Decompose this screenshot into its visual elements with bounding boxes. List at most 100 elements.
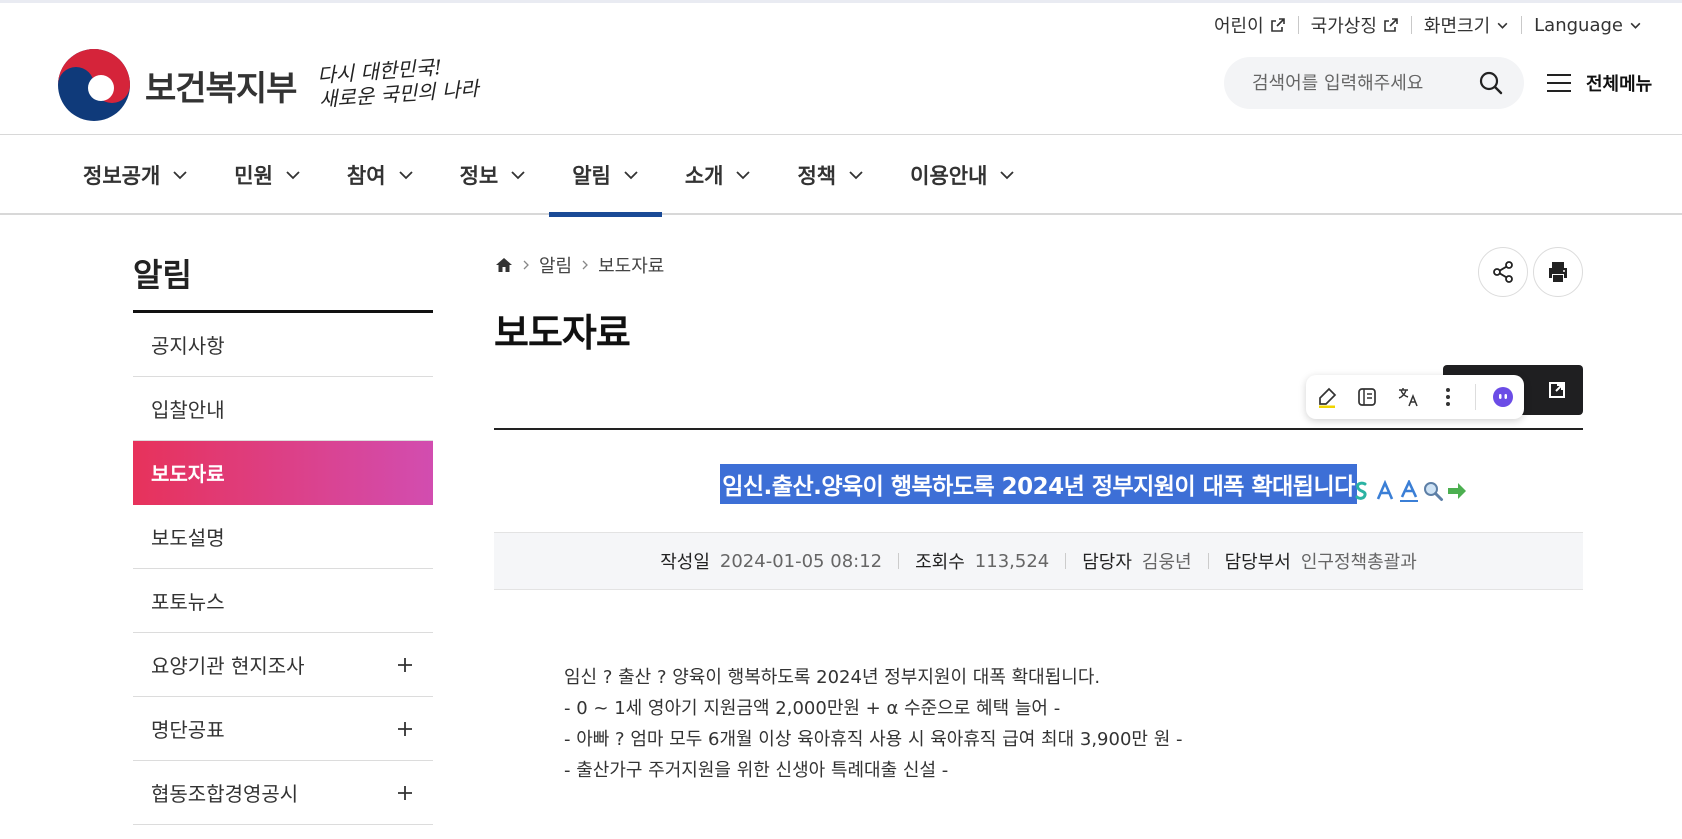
screen-size-label: 화면크기 (1423, 16, 1491, 37)
arrow-right-icon[interactable] (1446, 480, 1468, 502)
kids-label: 어린이 (1213, 16, 1264, 37)
highlighter-icon (1319, 387, 1337, 408)
nav-item-news[interactable]: 알림 (549, 135, 662, 217)
article-body: 임신 ? 출산 ? 양육이 행복하도록 2024년 정부지원이 대폭 확대됩니다… (564, 662, 1182, 786)
assistant-face-icon (1492, 387, 1513, 407)
meta-views-value: 113,524 (974, 550, 1050, 572)
more-options-button[interactable] (1435, 383, 1461, 411)
slogan: 다시 대한민국! 새로운 국민의 나라 (317, 52, 480, 112)
body-paragraph: - 출산가구 주거지원을 위한 신생아 특례대출 신설 - (564, 760, 949, 781)
selection-toolbar (1306, 375, 1524, 419)
chevron-right-icon (523, 260, 529, 270)
search-icon[interactable] (1478, 70, 1504, 96)
article-title[interactable]: 임신.출산.양육이 행복하도록 2024년 정부지원이 대폭 확대됩니다 (720, 464, 1357, 504)
nav-label: 알림 (572, 164, 611, 188)
nav-item-participation[interactable]: 참여 (324, 135, 437, 215)
nav-item-information[interactable]: 정보 (437, 135, 550, 215)
chevron-down-icon (173, 171, 187, 180)
more-vertical-icon (1445, 388, 1450, 406)
chevron-down-icon (736, 171, 751, 180)
summary-button[interactable] (1354, 383, 1380, 411)
share-icon (1493, 261, 1513, 283)
magnifier-icon[interactable] (1422, 480, 1444, 502)
sidebar-item-photo-news[interactable]: 포토뉴스 (133, 569, 433, 633)
breadcrumb: 알림 보도자료 (495, 252, 664, 278)
plus-icon[interactable] (397, 785, 413, 801)
nav-label: 정책 (797, 164, 837, 188)
sidebar-item-disclosure-list[interactable]: 명단공표 (133, 697, 433, 761)
sidebar-item-bidding[interactable]: 입찰안내 (133, 377, 433, 441)
print-icon (1549, 262, 1567, 282)
font-increase-icon[interactable] (1398, 480, 1420, 502)
meta-date-label: 작성일 (660, 552, 710, 573)
all-menu-label: 전체메뉴 (1586, 74, 1653, 95)
highlight-button[interactable] (1314, 383, 1340, 411)
chevron-down-icon (398, 171, 413, 180)
nav-item-info-disclosure[interactable]: 정보공개 (60, 135, 211, 215)
speaker-s-icon[interactable] (1350, 480, 1372, 502)
hamburger-icon (1547, 74, 1571, 92)
meta-dept-value: 인구정책총괄과 (1300, 552, 1417, 573)
sidebar-item-label: 요양기관 현지조사 (151, 654, 305, 678)
chevron-down-icon (624, 171, 638, 180)
body-paragraph: - 0 ~ 1세 영아기 지원금액 2,000만원 + α 수준으로 혜택 늘어… (564, 698, 1061, 719)
utility-bar: 어린이 국가상징 화면크기 Language (1202, 12, 1654, 38)
assistant-button[interactable] (1490, 383, 1516, 411)
search-input[interactable] (1252, 72, 1478, 94)
search-box (1224, 57, 1524, 109)
symbols-link[interactable]: 국가상징 (1299, 12, 1411, 38)
translate-button[interactable] (1394, 383, 1420, 411)
nav-label: 참여 (346, 164, 386, 188)
language-dropdown[interactable]: Language (1522, 15, 1654, 36)
toolbar-divider (1474, 384, 1476, 410)
sidebar-item-notice[interactable]: 공지사항 (133, 313, 433, 377)
sidebar-title: 알림 (133, 256, 192, 294)
popout-icon[interactable] (1547, 380, 1567, 400)
external-link-icon (1270, 18, 1285, 32)
font-decrease-icon[interactable] (1374, 480, 1396, 502)
meta-manager: 담당자 김웅년 (1066, 548, 1207, 574)
chevron-down-icon (849, 171, 863, 180)
sidebar-item-label: 보도설명 (151, 526, 225, 550)
meta-manager-label: 담당자 (1082, 552, 1132, 573)
nav-label: 이용안내 (910, 164, 988, 188)
sidebar-item-coop-disclosure[interactable]: 협동조합경영공시 (133, 761, 433, 825)
print-button[interactable] (1533, 247, 1583, 297)
sidebar-item-label: 협동조합경영공시 (151, 782, 299, 806)
meta-manager-value: 김웅년 (1141, 552, 1192, 573)
top-border (0, 0, 1682, 3)
sidebar-item-inspection[interactable]: 요양기관 현지조사 (133, 633, 433, 697)
chevron-down-icon (286, 171, 300, 180)
chevron-down-icon (511, 171, 525, 180)
kids-link[interactable]: 어린이 (1202, 12, 1298, 38)
nav-label: 정보공개 (83, 164, 161, 188)
nav-label: 민원 (234, 164, 273, 188)
all-menu-button[interactable]: 전체메뉴 (1546, 70, 1652, 96)
meta-dept: 담당부서 인구정책총괄과 (1209, 548, 1433, 574)
document-icon (1358, 388, 1377, 406)
nav-item-policy[interactable]: 정책 (774, 135, 887, 215)
nav-label: 소개 (684, 164, 724, 188)
chevron-right-icon (582, 260, 589, 270)
home-icon[interactable] (495, 256, 513, 274)
breadcrumb-level1[interactable]: 알림 (539, 252, 572, 278)
share-button[interactable] (1478, 247, 1528, 297)
sidebar-menu: 공지사항 입찰안내 보도자료 보도설명 포토뉴스 요양기관 현지조사 명단공표 … (133, 310, 433, 825)
screen-size-dropdown[interactable]: 화면크기 (1412, 12, 1521, 38)
plus-icon[interactable] (397, 657, 413, 673)
nav-item-about[interactable]: 소개 (662, 135, 775, 215)
site-logo[interactable]: 보건복지부 (57, 48, 297, 122)
article-top-rule (494, 428, 1583, 430)
plus-icon[interactable] (397, 721, 413, 737)
meta-views-label: 조회수 (915, 552, 965, 573)
org-name: 보건복지부 (145, 68, 297, 109)
main-nav: 정보공개 민원 참여 정보 알림 소개 정책 이용안내 (0, 134, 1682, 217)
page-title: 보도자료 (494, 311, 631, 355)
nav-item-civil[interactable]: 민원 (211, 135, 324, 215)
sidebar-item-label: 명단공표 (151, 718, 225, 742)
breadcrumb-level2[interactable]: 보도자료 (598, 252, 664, 278)
sidebar-item-press-explanation[interactable]: 보도설명 (133, 505, 433, 569)
symbols-label: 국가상징 (1310, 16, 1377, 37)
nav-item-guide[interactable]: 이용안내 (887, 135, 1038, 215)
sidebar-item-label: 입찰안내 (151, 398, 225, 422)
